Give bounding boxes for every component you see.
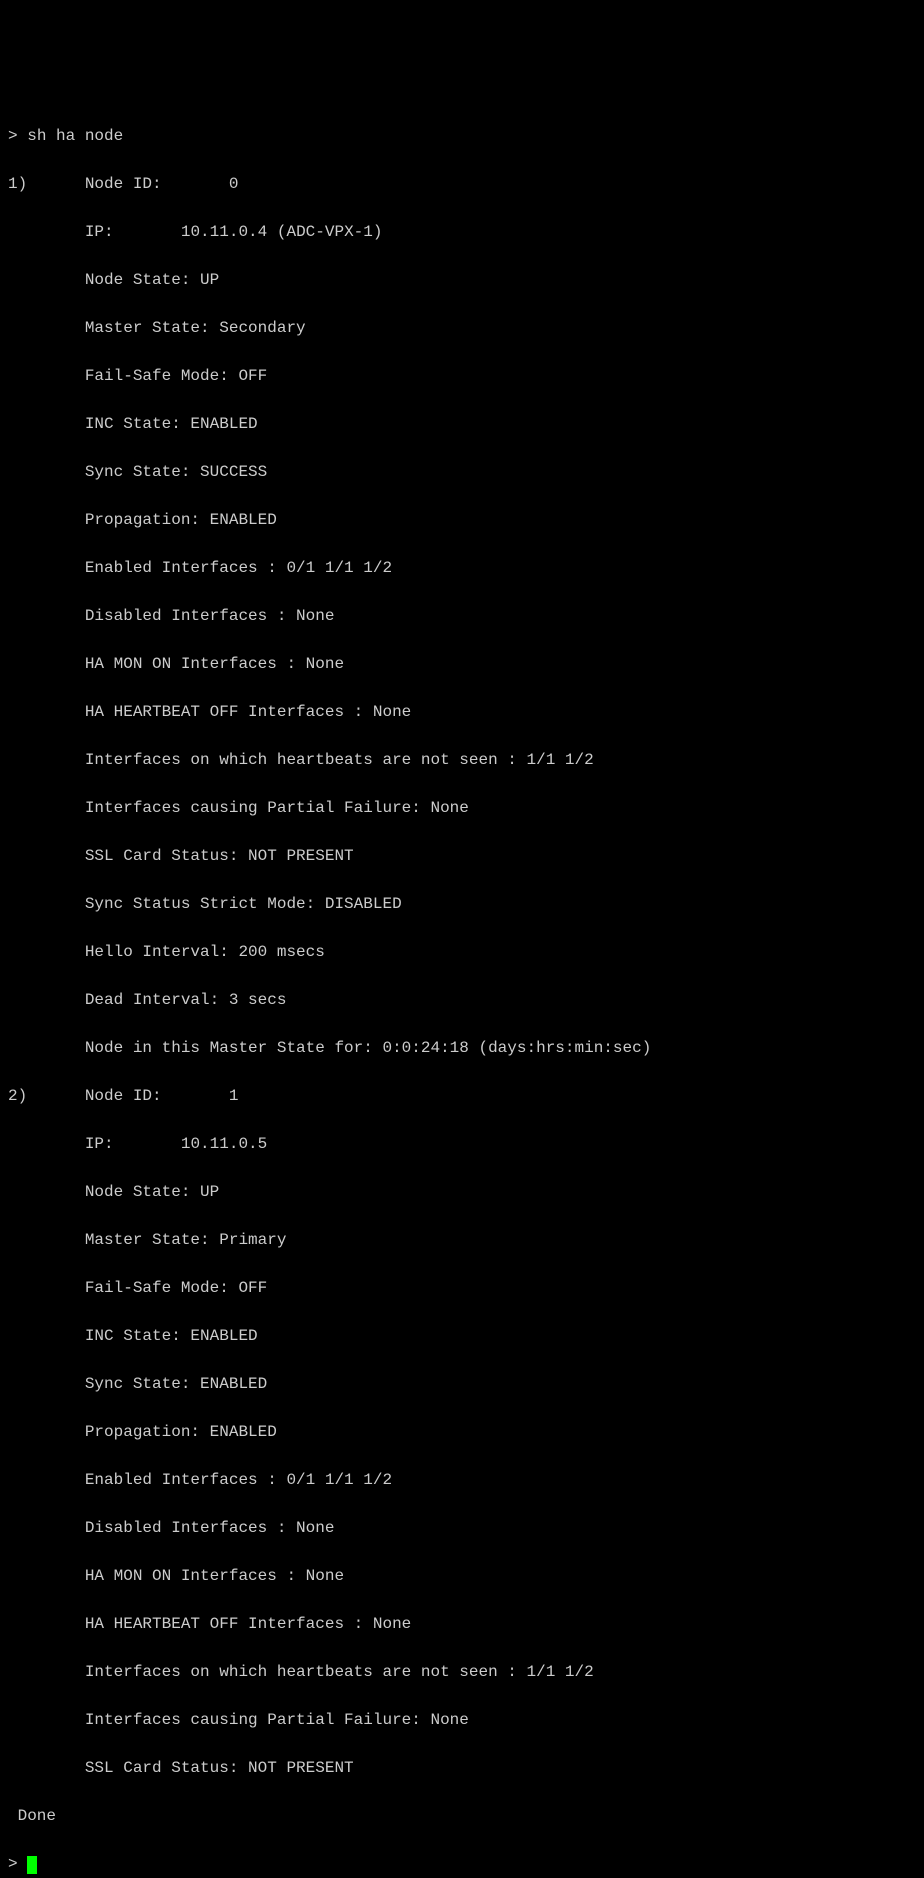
- time-in-state: Node in this Master State for: 0:0:24:18…: [8, 1036, 916, 1060]
- partial-failure: Interfaces causing Partial Failure: None: [8, 1708, 916, 1732]
- fail-safe: Fail-Safe Mode: OFF: [8, 1276, 916, 1300]
- partial-failure: Interfaces causing Partial Failure: None: [8, 796, 916, 820]
- propagation: Propagation: ENABLED: [8, 508, 916, 532]
- ssl-card: SSL Card Status: NOT PRESENT: [8, 844, 916, 868]
- sync-state: Sync State: SUCCESS: [8, 460, 916, 484]
- ha-mon-on: HA MON ON Interfaces : None: [8, 1564, 916, 1588]
- ha-mon-on: HA MON ON Interfaces : None: [8, 652, 916, 676]
- disabled-interfaces: Disabled Interfaces : None: [8, 1516, 916, 1540]
- sync-state: Sync State: ENABLED: [8, 1372, 916, 1396]
- hello-interval: Hello Interval: 200 msecs: [8, 940, 916, 964]
- node-header: 2) Node ID: 1: [8, 1084, 916, 1108]
- heartbeats-not-seen: Interfaces on which heartbeats are not s…: [8, 748, 916, 772]
- ssl-card: SSL Card Status: NOT PRESENT: [8, 1756, 916, 1780]
- cursor-icon: [27, 1856, 37, 1874]
- master-state: Master State: Primary: [8, 1228, 916, 1252]
- node-ip: IP: 10.11.0.4 (ADC-VPX-1): [8, 220, 916, 244]
- ha-heartbeat-off: HA HEARTBEAT OFF Interfaces : None: [8, 1612, 916, 1636]
- disabled-interfaces: Disabled Interfaces : None: [8, 604, 916, 628]
- terminal-output: > sh ha node 1) Node ID: 0 IP: 10.11.0.4…: [8, 100, 916, 1878]
- heartbeats-not-seen: Interfaces on which heartbeats are not s…: [8, 1660, 916, 1684]
- prompt-line[interactable]: >: [8, 1852, 916, 1876]
- node-state: Node State: UP: [8, 1180, 916, 1204]
- done-line: Done: [8, 1804, 916, 1828]
- command-line: > sh ha node: [8, 124, 916, 148]
- propagation: Propagation: ENABLED: [8, 1420, 916, 1444]
- prompt-char: >: [8, 127, 18, 145]
- sync-strict: Sync Status Strict Mode: DISABLED: [8, 892, 916, 916]
- inc-state: INC State: ENABLED: [8, 412, 916, 436]
- inc-state: INC State: ENABLED: [8, 1324, 916, 1348]
- enabled-interfaces: Enabled Interfaces : 0/1 1/1 1/2: [8, 1468, 916, 1492]
- node-ip: IP: 10.11.0.5: [8, 1132, 916, 1156]
- command-text: sh ha node: [27, 127, 123, 145]
- prompt-char: >: [8, 1855, 18, 1873]
- node-header: 1) Node ID: 0: [8, 172, 916, 196]
- ha-heartbeat-off: HA HEARTBEAT OFF Interfaces : None: [8, 700, 916, 724]
- node-state: Node State: UP: [8, 268, 916, 292]
- dead-interval: Dead Interval: 3 secs: [8, 988, 916, 1012]
- enabled-interfaces: Enabled Interfaces : 0/1 1/1 1/2: [8, 556, 916, 580]
- master-state: Master State: Secondary: [8, 316, 916, 340]
- fail-safe: Fail-Safe Mode: OFF: [8, 364, 916, 388]
